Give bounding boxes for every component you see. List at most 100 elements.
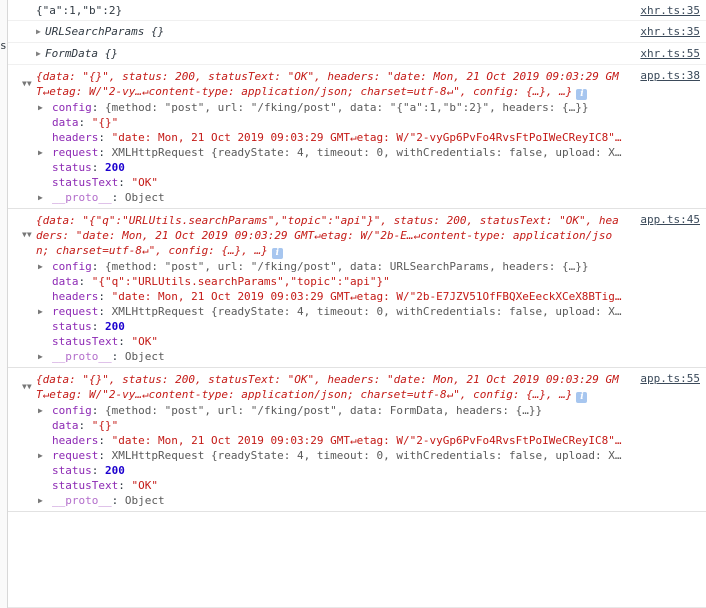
property-name: statusText — [52, 176, 119, 189]
expand-triangle-icon[interactable]: ▶ — [38, 349, 43, 364]
property-value: 200 — [105, 161, 125, 174]
property-value: "{}" — [91, 116, 119, 129]
source-link[interactable]: xhr.ts:55 — [640, 46, 700, 61]
property-value: "date: Mon, 21 Oct 2019 09:03:29 GMT↵eta… — [111, 290, 622, 303]
object-property-row[interactable]: statusText: "OK" — [36, 175, 700, 190]
object-label: FormData {} — [45, 47, 118, 60]
property-name: config — [52, 404, 92, 417]
expand-triangle-icon[interactable]: ▶ — [38, 145, 43, 160]
object-property-row[interactable]: status: 200 — [36, 463, 700, 478]
property-value: "date: Mon, 21 Oct 2019 09:03:29 GMT↵eta… — [111, 434, 622, 447]
property-value: "OK" — [131, 335, 158, 348]
property-value: Object — [124, 494, 165, 507]
property-name: data — [52, 116, 79, 129]
property-name: __proto__ — [52, 191, 112, 204]
property-value: {method: "post", url: "/fking/post", dat… — [105, 260, 589, 273]
object-property-row[interactable]: statusText: "OK" — [36, 334, 700, 349]
object-property-row[interactable]: status: 200 — [36, 319, 700, 334]
property-name: headers — [52, 434, 99, 447]
property-value: "date: Mon, 21 Oct 2019 09:03:29 GMT↵eta… — [111, 131, 622, 144]
property-separator: : — [91, 161, 105, 174]
object-property-row[interactable]: ▶ config: {method: "post", url: "/fking/p… — [36, 259, 700, 274]
property-name: request — [52, 146, 99, 159]
object-property-row[interactable]: statusText: "OK" — [36, 478, 700, 493]
property-separator: : — [91, 101, 105, 114]
object-property-row[interactable]: ▶ config: {method: "post", url: "/fking/p… — [36, 100, 700, 115]
gutter-clipped-text: s — [0, 39, 7, 52]
expand-triangle-icon[interactable]: ▶ — [38, 493, 43, 508]
console-object-group[interactable]: app.ts:45 ▼ {data: "{"q":"URLUtils.searc… — [0, 209, 706, 368]
expand-triangle-icon[interactable]: ▶ — [38, 100, 43, 115]
property-name: statusText — [52, 335, 119, 348]
expand-triangle-icon[interactable]: ▶ — [38, 259, 43, 274]
expand-triangle-icon[interactable]: ▶ — [38, 403, 43, 418]
expand-triangle-icon[interactable]: ▶ — [38, 448, 43, 463]
object-preview-text: T↵etag: W/"2-vy…↵content-type: applicati… — [36, 388, 573, 401]
object-property-row[interactable]: ▶ __proto__: Object — [36, 190, 700, 205]
property-name: data — [52, 419, 79, 432]
source-link[interactable]: xhr.ts:35 — [640, 3, 700, 18]
object-property-row[interactable]: ▶ __proto__: Object — [36, 493, 700, 508]
property-separator: : — [91, 260, 105, 273]
property-separator: : — [111, 494, 125, 507]
object-property-row[interactable]: headers: "date: Mon, 21 Oct 2019 09:03:2… — [36, 130, 700, 145]
property-separator: : — [98, 290, 112, 303]
info-icon[interactable]: i — [576, 392, 588, 403]
object-property-row[interactable]: ▶ request: XMLHttpRequest {readyState: 4,… — [36, 145, 700, 160]
console-object-group[interactable]: app.ts:38 ▼ {data: "{}", status: 200, st… — [0, 65, 706, 209]
property-name: __proto__ — [52, 494, 112, 507]
object-label: URLSearchParams {} — [45, 25, 165, 38]
object-preview-line: T↵etag: W/"2-vy…↵content-type: applicati… — [36, 387, 700, 403]
property-separator: : — [91, 464, 105, 477]
console-left-gutter — [0, 0, 8, 608]
object-property-row[interactable]: data: "{}" — [36, 115, 700, 130]
info-icon[interactable]: i — [576, 89, 588, 100]
console-object-group[interactable]: app.ts:55 ▼ {data: "{}", status: 200, st… — [0, 368, 706, 512]
object-property-row[interactable]: status: 200 — [36, 160, 700, 175]
object-preview-line: ders: "date: Mon, 21 Oct 2019 09:03:29 G… — [36, 229, 613, 242]
property-name: status — [52, 464, 92, 477]
property-separator: : — [78, 275, 92, 288]
property-name: headers — [52, 290, 99, 303]
object-preview-text: n; charset=utf-8↵", config: {…}, …} — [36, 244, 268, 257]
property-value: XMLHttpRequest {readyState: 4, timeout: … — [111, 305, 622, 318]
object-property-row[interactable]: ▶ __proto__: Object — [36, 349, 700, 364]
object-preview-line: {data: "{"q":"URLUtils.searchParams","to… — [36, 214, 619, 227]
property-value: XMLHttpRequest {readyState: 4, timeout: … — [111, 146, 622, 159]
object-property-row[interactable]: data: "{"q":"URLUtils.searchParams","top… — [36, 274, 700, 289]
console-message-row[interactable]: xhr.ts:35 URLSearchParams {} — [0, 21, 706, 43]
property-separator: : — [91, 404, 105, 417]
expand-triangle-icon[interactable] — [36, 46, 45, 62]
object-property-row[interactable]: headers: "date: Mon, 21 Oct 2019 09:03:2… — [36, 433, 700, 448]
devtools-console-panel[interactable]: s xhr.ts:35 {"a":1,"b":2} xhr.ts:35 URLS… — [0, 0, 706, 608]
object-property-row[interactable]: headers: "date: Mon, 21 Oct 2019 09:03:2… — [36, 289, 700, 304]
source-link[interactable]: xhr.ts:35 — [640, 24, 700, 39]
object-preview-line: n; charset=utf-8↵", config: {…}, …} i — [36, 243, 700, 259]
object-property-row[interactable]: ▶ config: {method: "post", url: "/fking/p… — [36, 403, 700, 418]
property-separator: : — [98, 449, 112, 462]
console-message-row[interactable]: xhr.ts:35 {"a":1,"b":2} — [0, 0, 706, 21]
object-preview-line: {data: "{}", status: 200, statusText: "O… — [36, 70, 619, 83]
console-message-row[interactable]: xhr.ts:55 FormData {} — [0, 43, 706, 65]
property-separator: : — [98, 305, 112, 318]
property-name: request — [52, 449, 99, 462]
property-separator: : — [98, 434, 112, 447]
property-separator: : — [98, 131, 112, 144]
property-value: {method: "post", url: "/fking/post", dat… — [105, 404, 543, 417]
property-name: status — [52, 161, 92, 174]
property-value: {method: "post", url: "/fking/post", dat… — [105, 101, 589, 114]
object-property-row[interactable]: ▶ request: XMLHttpRequest {readyState: 4,… — [36, 448, 700, 463]
object-property-row[interactable]: data: "{}" — [36, 418, 700, 433]
object-preview-text: T↵etag: W/"2-vy…↵content-type: applicati… — [36, 85, 573, 98]
property-name: statusText — [52, 479, 119, 492]
object-preview-line: {data: "{}", status: 200, statusText: "O… — [36, 373, 619, 386]
expand-triangle-icon[interactable]: ▶ — [38, 190, 43, 205]
console-message-text: FormData {} — [0, 46, 706, 62]
property-name: request — [52, 305, 99, 318]
property-value: 200 — [105, 320, 125, 333]
info-icon[interactable]: i — [271, 248, 283, 259]
object-property-row[interactable]: ▶ request: XMLHttpRequest {readyState: 4,… — [36, 304, 700, 319]
property-separator: : — [98, 146, 112, 159]
expand-triangle-icon[interactable] — [36, 24, 45, 40]
expand-triangle-icon[interactable]: ▶ — [38, 304, 43, 319]
